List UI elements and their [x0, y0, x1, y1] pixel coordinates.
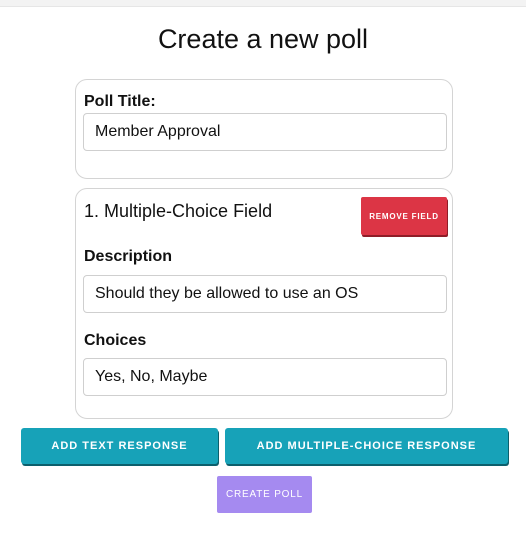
poll-title-input[interactable] — [83, 113, 447, 151]
multiple-choice-field-card: 1. Multiple-Choice Field REMOVE FIELD De… — [75, 188, 453, 419]
page-title: Create a new poll — [157, 24, 369, 54]
create-poll-button[interactable]: CREATE POLL — [217, 476, 312, 513]
poll-title-label: Poll Title: — [84, 93, 156, 110]
choices-input[interactable] — [83, 358, 447, 396]
poll-title-card: Poll Title: — [75, 79, 453, 179]
description-label: Description — [84, 248, 173, 265]
add-multiple-choice-response-button[interactable]: ADD MULTIPLE-CHOICE RESPONSE — [225, 428, 508, 464]
add-text-response-button[interactable]: ADD TEXT RESPONSE — [21, 428, 218, 464]
field-heading: 1. Multiple-Choice Field — [84, 201, 273, 221]
choices-label: Choices — [84, 332, 147, 349]
top-bar — [0, 0, 526, 7]
description-input[interactable] — [83, 275, 447, 313]
remove-field-button[interactable]: REMOVE FIELD — [361, 197, 447, 235]
